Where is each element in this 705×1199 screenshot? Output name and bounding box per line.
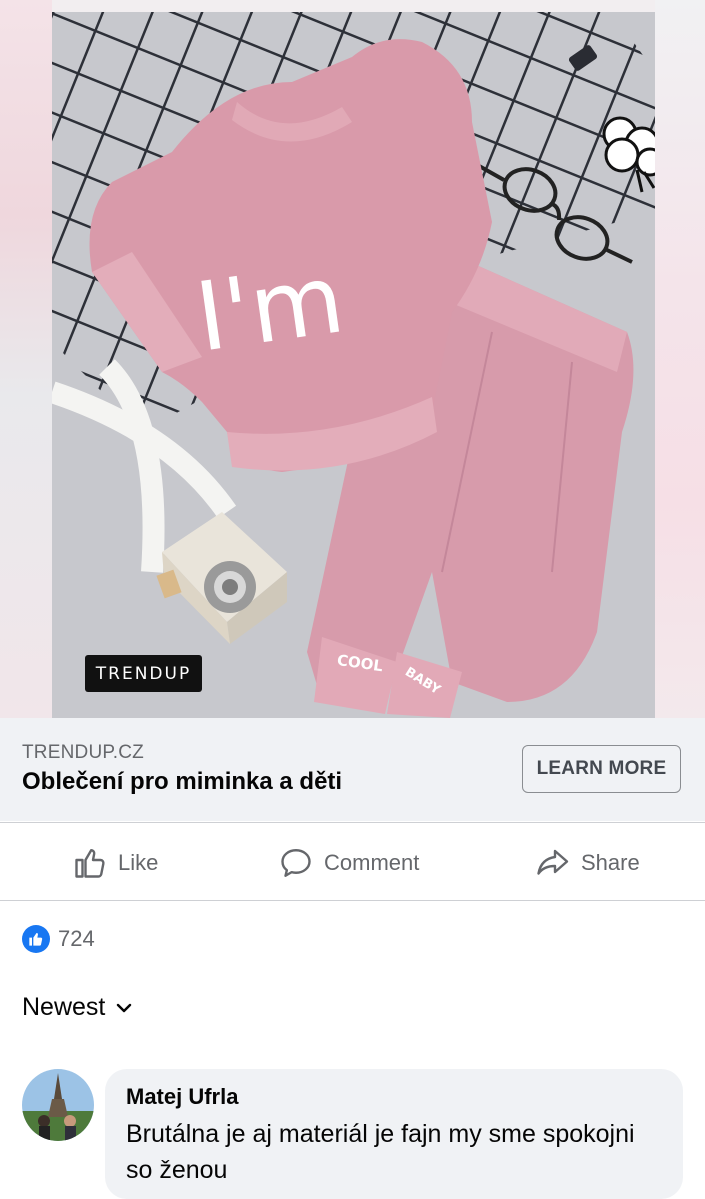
thumbs-up-icon [22, 925, 50, 953]
like-button[interactable]: Like [72, 838, 158, 888]
share-icon [537, 849, 569, 875]
carousel-next-image-edge [655, 0, 705, 718]
reaction-summary[interactable]: 724 [22, 924, 95, 954]
like-label: Like [118, 850, 159, 875]
chevron-down-icon [117, 1003, 132, 1012]
trendup-logo: TRENDUP [85, 655, 202, 692]
comment-text: Brutálna je aj materiál je fajn my sme s… [126, 1120, 635, 1184]
share-button[interactable]: Share [533, 838, 640, 888]
product-illustration: COOL BABY I'm [52, 12, 655, 718]
divider [0, 822, 705, 823]
ad-image[interactable]: COOL BABY I'm TRENDUP [0, 0, 705, 718]
sweatshirt-print-text: I'm [190, 244, 351, 373]
comment-label: Comment [324, 850, 420, 875]
share-label: Share [581, 850, 640, 875]
comment-author[interactable]: Matej Ufrla [126, 1084, 238, 1110]
comment-sort-dropdown[interactable]: Newest [22, 993, 133, 1022]
thumbs-up-outline-icon [75, 849, 105, 878]
learn-more-button[interactable]: LEARN MORE [522, 745, 681, 793]
divider [0, 900, 705, 901]
carousel-prev-image-edge [0, 0, 52, 718]
reaction-count: 724 [58, 926, 95, 951]
avatar-photo [22, 1069, 94, 1141]
comment-button[interactable]: Comment [278, 838, 419, 888]
comment-icon [281, 849, 311, 877]
sort-label: Newest [22, 993, 106, 1021]
product-photo: COOL BABY I'm [52, 12, 655, 718]
avatar[interactable] [22, 1069, 94, 1141]
link-domain: TRENDUP.CZ [22, 742, 144, 763]
link-title[interactable]: Oblečení pro miminka a děti [22, 768, 342, 796]
